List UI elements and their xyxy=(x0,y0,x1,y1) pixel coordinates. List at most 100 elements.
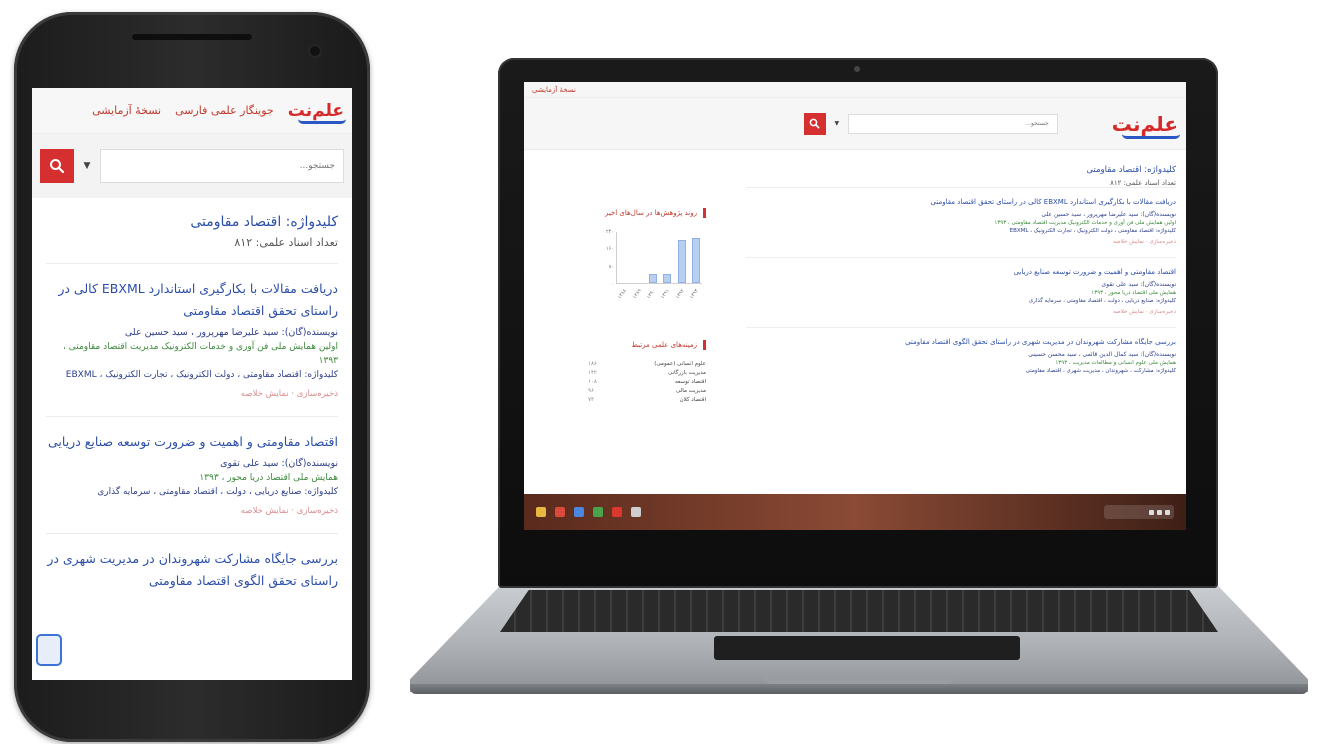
result-actions[interactable]: ذخیره‌سازی · نمایش خلاصه xyxy=(46,386,338,402)
related-field-item[interactable]: مدیریت مالی ۹۶ xyxy=(588,387,706,396)
youtube-icon[interactable] xyxy=(612,507,622,517)
wifi-icon xyxy=(1149,509,1154,515)
result-keywords: کلیدواژه: اقتصاد مقاومتی ، دولت الکترونی… xyxy=(1009,228,1176,234)
account-icon xyxy=(1165,509,1170,515)
nav-link-beta[interactable]: نسخهٔ آزمایشی xyxy=(532,86,576,94)
result-authors: نویسنده(گان): سید علیرضا مهرپرور ، سید ح… xyxy=(124,327,338,338)
related-field-item[interactable]: اقتصاد کلان ۷۴ xyxy=(588,396,706,405)
chart-plot-area xyxy=(616,232,702,284)
site-logo[interactable]: علم‌نت xyxy=(1111,111,1180,139)
keyword-title: کلیدواژه: اقتصاد مقاومتی xyxy=(190,214,338,230)
result-title-link[interactable]: بررسی جایگاه مشارکت شهروندان در مدیریت ش… xyxy=(746,337,1176,348)
mobile-results: کلیدواژه: اقتصاد مقاومتی تعداد اسناد علم… xyxy=(32,198,352,592)
result-authors: نویسنده(گان): سید علیرضا مهرپرور ، سید ح… xyxy=(1041,211,1176,218)
result-source[interactable]: همایش ملی اقتصاد دریا محور ، ۱۳۹۳ xyxy=(46,471,338,485)
dropdown-caret-icon[interactable]: ▼ xyxy=(832,120,842,127)
desktop-sidebar: روند پژوهش‌ها در سال‌های اخیر ۰ ۸۰ ۱۶۰ ۲۴۰ ۱… xyxy=(588,208,706,405)
result-authors: نویسنده(گان): سید علی تقوی xyxy=(220,458,338,469)
related-field-item[interactable]: علوم انسانی (عمومی) ۱۸۶ xyxy=(588,360,706,369)
search-button[interactable] xyxy=(40,149,74,183)
result-source[interactable]: اولین همایش ملی فن آوری و خدمات الکترونی… xyxy=(46,340,338,368)
related-fields-list: علوم انسانی (عمومی) ۱۸۶ مدیریت بازرگانی ۱۴۲… xyxy=(588,360,706,405)
chart-y-tick: ۲۴۰ xyxy=(605,229,614,235)
desktop-header: علم‌نت ▼ xyxy=(524,98,1186,150)
chart-x-tick: ۱۳۸۸ xyxy=(616,288,629,301)
site-logo[interactable]: علم‌نت xyxy=(287,100,346,124)
related-field-label: مدیریت بازرگانی xyxy=(667,370,706,376)
related-field-item[interactable]: مدیریت بازرگانی ۱۴۲ xyxy=(588,369,706,378)
desktop-results: کلیدواژه: اقتصاد مقاومتی تعداد اسناد علم… xyxy=(746,164,1176,405)
result-title-link[interactable]: دریافت مقالات با بکارگیری استاندارد EBXM… xyxy=(46,278,338,322)
divider xyxy=(46,416,338,417)
mobile-header: علم‌نت جوینگار علمی فارسی نسخهٔ آزمایشی xyxy=(32,88,352,134)
related-field-label: علوم انسانی (عمومی) xyxy=(654,361,706,367)
chart-y-tick: ۰ xyxy=(611,281,614,287)
chart-y-tick: ۸۰ xyxy=(608,263,614,270)
chart-bar xyxy=(677,239,686,283)
laptop-keyboard xyxy=(500,590,1218,632)
result-item: دریافت مقالات با بکارگیری استاندارد EBXM… xyxy=(46,278,338,402)
result-actions[interactable]: ذخیره‌سازی · نمایش خلاصه xyxy=(746,307,1176,317)
search-icon xyxy=(50,159,65,174)
logo-text: علم‌نت xyxy=(287,100,344,121)
laptop-notch xyxy=(764,676,954,684)
document-count: تعداد اسناد علمی: ۸۱۲ xyxy=(1110,179,1176,187)
result-actions[interactable]: ذخیره‌سازی · نمایش خلاصه xyxy=(746,237,1176,247)
result-source[interactable]: همایش ملی اقتصاد دریا محور ، ۱۳۹۳ xyxy=(746,289,1176,297)
laptop-lid: نسخهٔ آزمایشی علم‌نت ▼ کلیدواژه: اقت xyxy=(498,58,1218,588)
result-source[interactable]: اولین همایش ملی فن آوری و خدمات الکترونی… xyxy=(746,219,1176,227)
phone-speaker xyxy=(132,34,252,40)
result-actions[interactable]: ذخیره‌سازی · نمایش خلاصه xyxy=(46,503,338,519)
apps-icon[interactable] xyxy=(631,507,641,517)
chart-bar xyxy=(648,274,657,283)
result-title-link[interactable]: اقتصاد مقاومتی و اهمیت و ضرورت توسعه صنا… xyxy=(746,267,1176,278)
related-fields-title: زمینه‌های علمی مرتبط xyxy=(631,341,697,349)
nav-link-beta[interactable]: نسخهٔ آزمایشی xyxy=(92,104,161,117)
result-keywords: کلیدواژه: مشارکت ، شهروندان ، مدیریت شهر… xyxy=(1025,368,1176,374)
gmail-icon[interactable] xyxy=(555,507,565,517)
search-input[interactable] xyxy=(100,149,344,183)
chrome-icon[interactable] xyxy=(536,507,546,517)
keyword-title: کلیدواژه: اقتصاد مقاومتی xyxy=(1086,165,1176,175)
desktop-body: کلیدواژه: اقتصاد مقاومتی تعداد اسناد علم… xyxy=(524,150,1186,405)
result-source[interactable]: همایش ملی علوم انسانی و مطالعات مدیریت ،… xyxy=(746,359,1176,367)
related-fields-box: زمینه‌های علمی مرتبط xyxy=(588,340,706,350)
related-field-count: ۷۴ xyxy=(588,397,594,403)
related-field-label: مدیریت مالی xyxy=(676,388,706,394)
divider xyxy=(46,263,338,264)
laptop-touchpad xyxy=(714,636,1020,660)
result-keywords: کلیدواژه: صنایع دریایی ، دولت ، اقتصاد م… xyxy=(97,487,338,497)
result-keywords: کلیدواژه: صنایع دریایی ، دولت ، اقتصاد م… xyxy=(1028,298,1176,304)
nav-link-persian-search[interactable]: جوینگار علمی فارسی xyxy=(175,104,274,117)
system-tray[interactable] xyxy=(1104,505,1174,519)
phone-screen: علم‌نت جوینگار علمی فارسی نسخهٔ آزمایشی … xyxy=(32,88,352,680)
chart-bar xyxy=(663,274,672,283)
chart-x-tick: ۱۳۸۹ xyxy=(631,288,643,301)
related-field-count: ۱۸۶ xyxy=(588,361,597,367)
result-title-link[interactable]: دریافت مقالات با بکارگیری استاندارد EBXM… xyxy=(746,197,1176,208)
docs-icon[interactable] xyxy=(574,507,584,517)
logo-text: علم‌نت xyxy=(1111,111,1178,136)
related-field-label: اقتصاد توسعه xyxy=(674,379,706,385)
dropdown-caret-icon[interactable]: ▼ xyxy=(80,161,94,171)
trend-chart: ۰ ۸۰ ۱۶۰ ۲۴۰ ۱۳۸۸ ۱۳۸۹ ۱۳۹۰ ۱۳۹۱ ۱۳۹۲ ۱۳۹۳ xyxy=(596,228,706,318)
chart-bar xyxy=(691,237,700,283)
search-button[interactable] xyxy=(803,112,826,135)
chart-y-tick: ۱۶۰ xyxy=(605,246,614,253)
result-item: اقتصاد مقاومتی و اهمیت و ضرورت توسعه صنا… xyxy=(746,257,1176,327)
drive-icon[interactable] xyxy=(593,507,603,517)
logo-swoosh xyxy=(298,119,346,124)
result-title-link[interactable]: بررسی جایگاه مشارکت شهروندان در مدیریت ش… xyxy=(46,548,338,592)
chart-title: روند پژوهش‌ها در سال‌های اخیر xyxy=(604,209,697,217)
result-authors: نویسنده(گان): سید کمال الدین قائمی ، سید… xyxy=(1028,351,1176,358)
battery-icon xyxy=(1157,509,1162,515)
search-input[interactable] xyxy=(847,113,1058,134)
logo-swoosh xyxy=(1122,134,1180,139)
laptop-base-lip xyxy=(410,684,1308,694)
result-title-link[interactable]: اقتصاد مقاومتی و اهمیت و ضرورت توسعه صنا… xyxy=(46,431,338,453)
feedback-icon[interactable] xyxy=(36,634,62,666)
chart-x-tick: ۱۳۹۳ xyxy=(688,288,700,301)
related-field-item[interactable]: اقتصاد توسعه ۱۰۸ xyxy=(588,378,706,387)
related-field-label: اقتصاد کلان xyxy=(679,397,706,403)
chart-x-tick: ۱۳۹۰ xyxy=(645,288,657,301)
